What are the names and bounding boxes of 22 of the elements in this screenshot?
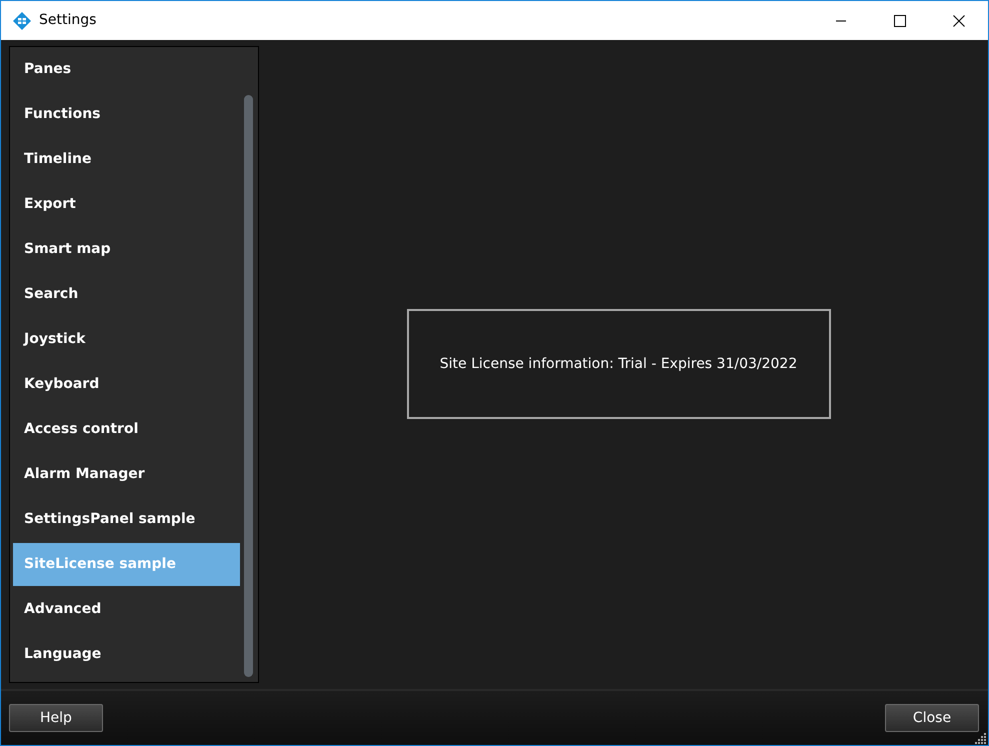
close-icon[interactable] [952, 14, 964, 26]
sidebar-item[interactable]: Language [13, 633, 240, 676]
sidebar-item[interactable]: Timeline [13, 138, 240, 181]
sidebar-item[interactable]: Alarm Manager [13, 453, 240, 496]
sidebar-item[interactable]: Export [13, 183, 240, 226]
sidebar-item[interactable]: Advanced [13, 588, 240, 631]
resize-grip-icon[interactable] [975, 732, 987, 744]
sidebar-item[interactable]: Access control [13, 408, 240, 451]
license-info: Site License information: Trial - Expires 31/03/2022 [406, 309, 830, 419]
sidebar-item[interactable]: SettingsPanel sample [13, 498, 240, 541]
sidebar-item[interactable]: Functions [13, 93, 240, 136]
window-title: Settings [39, 11, 96, 30]
app-logo-icon [13, 12, 31, 30]
scrollbar-thumb[interactable] [244, 95, 253, 677]
help-button[interactable]: Help [9, 704, 103, 732]
sidebar-item[interactable]: Panes [13, 48, 240, 91]
sidebar-item[interactable]: Joystick [13, 318, 240, 361]
sidebar-item[interactable]: Keyboard [13, 363, 240, 406]
sidebar-item[interactable]: Smart map [13, 228, 240, 271]
close-dialog-button[interactable]: Close [885, 704, 979, 732]
sidebar-item[interactable]: Search [13, 273, 240, 316]
maximize-icon[interactable] [894, 14, 906, 26]
